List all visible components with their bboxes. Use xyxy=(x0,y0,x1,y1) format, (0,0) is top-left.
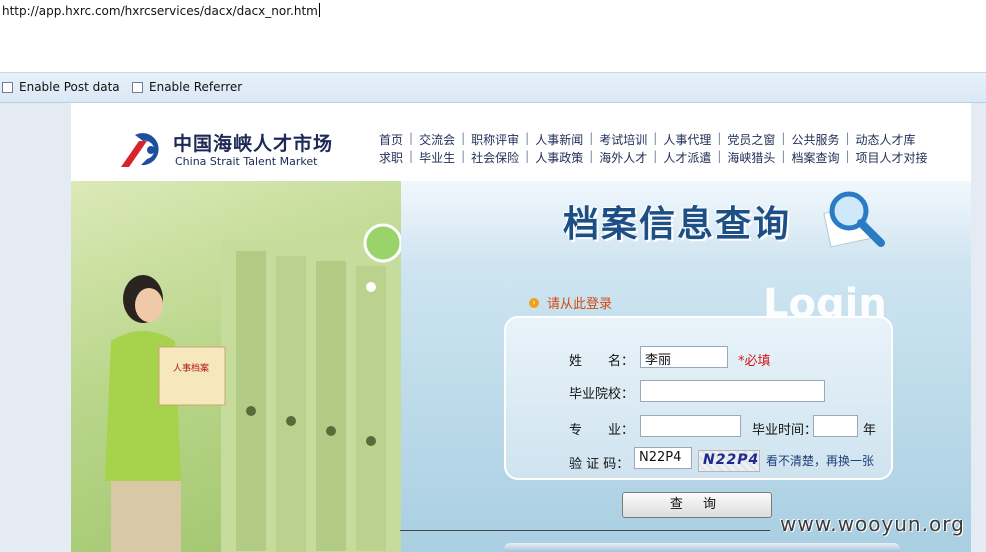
watermark: www.wooyun.org xyxy=(780,512,965,536)
enable-referrer-checkbox[interactable]: Enable Referrer xyxy=(132,80,242,94)
nav-separator: | xyxy=(525,149,530,163)
name-field[interactable]: 李丽 xyxy=(640,346,728,368)
nav-link[interactable]: 公共服务 xyxy=(791,131,839,148)
checkbox-icon[interactable] xyxy=(2,81,13,93)
nav-separator: | xyxy=(409,149,414,163)
nav-separator: | xyxy=(845,149,850,163)
banner: 人事档案 档案信息查询 Login › 请从此登录 姓 名： 李丽 *必填 毕业… xyxy=(71,181,971,552)
nav-separator: | xyxy=(781,131,786,145)
school-field[interactable] xyxy=(640,380,825,402)
captcha-field[interactable]: N22P4 xyxy=(634,447,692,469)
nav-link[interactable]: 动态人才库 xyxy=(856,131,916,148)
captcha-image[interactable]: N22P4 xyxy=(698,450,760,472)
site-logo[interactable]: 中国海峡人才市场 China Strait Talent Market xyxy=(117,127,332,171)
nav-separator: | xyxy=(717,131,722,145)
nav-link[interactable]: 档案查询 xyxy=(791,149,839,166)
year-suffix: 年 xyxy=(863,423,877,438)
logo-mark-icon xyxy=(121,133,159,167)
grad-time-field[interactable] xyxy=(813,415,858,437)
text-caret xyxy=(318,3,320,17)
checkbox-label: Enable Post data xyxy=(19,80,120,94)
web-page: 中国海峡人才市场 China Strait Talent Market 首页 | 交… xyxy=(71,103,971,552)
magnifier-icon xyxy=(823,191,885,248)
name-label: 姓 名： xyxy=(569,354,635,369)
url-value: http://app.hxrc.com/hxrcservices/dacx/da… xyxy=(2,4,318,18)
nav-separator: | xyxy=(461,149,466,163)
captcha-label: 验 证 码： xyxy=(569,457,630,472)
nav-separator: | xyxy=(461,131,466,145)
url-bar[interactable]: http://app.hxrc.com/hxrcservices/dacx/da… xyxy=(0,0,986,73)
login-prompt: › 请从此登录 xyxy=(529,293,612,312)
watermark-underline xyxy=(400,530,770,531)
nav-link[interactable]: 交流会 xyxy=(419,131,455,148)
nav-link[interactable]: 人事代理 xyxy=(663,131,711,148)
bottom-decoration xyxy=(504,543,900,552)
nav-row-primary: 首页 | 交流会 | 职称评审 | 人事新闻 | 考试培训 | 人事代理 | 党员之窗 | 公共服务 | 动态人… xyxy=(379,131,916,148)
url-text[interactable]: http://app.hxrc.com/hxrcservices/dacx/da… xyxy=(2,3,320,18)
nav-link[interactable]: 毕业生 xyxy=(419,149,455,166)
grad-time-label: 毕业时间： xyxy=(752,423,818,438)
nav-link[interactable]: 项目人才对接 xyxy=(856,149,928,166)
nav-link[interactable]: 海外人才 xyxy=(599,149,647,166)
nav-link[interactable]: 社会保险 xyxy=(471,149,519,166)
captcha-image-text: N22P4 xyxy=(703,452,760,468)
archive-room-photo: 人事档案 xyxy=(71,181,401,552)
folder-label: 人事档案 xyxy=(173,362,209,374)
nav-separator: | xyxy=(717,149,722,163)
school-label: 毕业院校： xyxy=(569,387,635,402)
required-note: *必填 xyxy=(738,354,771,369)
nav-separator: | xyxy=(653,131,658,145)
options-bar: Enable Post data Enable Referrer xyxy=(0,73,986,103)
refresh-captcha-link[interactable]: 看不清楚，再换一张 xyxy=(766,452,874,469)
nav-row-secondary: 求职 | 毕业生 | 社会保险 | 人事政策 | 海外人才 | 人才派遣 | 海峡猎头 | 档案查询 | 项目人… xyxy=(379,149,928,166)
enable-post-data-checkbox[interactable]: Enable Post data xyxy=(2,80,120,94)
nav-link[interactable]: 求职 xyxy=(379,149,403,166)
major-field[interactable] xyxy=(640,415,741,437)
logo-english-text: China Strait Talent Market xyxy=(175,155,318,168)
nav-separator: | xyxy=(781,149,786,163)
nav-separator: | xyxy=(845,131,850,145)
arrow-bullet-icon: › xyxy=(529,297,539,308)
query-button[interactable]: 查 询 xyxy=(622,492,772,518)
logo-chinese-text: 中国海峡人才市场 xyxy=(173,133,334,155)
nav-link[interactable]: 党员之窗 xyxy=(727,131,775,148)
login-form: 姓 名： 李丽 *必填 毕业院校： 专 业： 毕业时间： 年 验 证 码： N2… xyxy=(504,316,893,480)
nav-link[interactable]: 人才派遣 xyxy=(663,149,711,166)
nav-link[interactable]: 海峡猎头 xyxy=(727,149,775,166)
major-label: 专 业： xyxy=(569,423,635,438)
title-zone: 档案信息查询 xyxy=(401,181,971,263)
archive-photo-illustration: 人事档案 xyxy=(105,223,401,552)
login-prompt-text: 请从此登录 xyxy=(547,297,613,312)
checkbox-label: Enable Referrer xyxy=(149,80,243,94)
page-title: 档案信息查询 xyxy=(563,204,792,245)
nav-link[interactable]: 考试培训 xyxy=(599,131,647,148)
nav-separator: | xyxy=(525,131,530,145)
nav-link[interactable]: 人事政策 xyxy=(535,149,583,166)
nav-link[interactable]: 职称评审 xyxy=(471,131,519,148)
nav-separator: | xyxy=(589,131,594,145)
checkbox-icon[interactable] xyxy=(132,81,143,93)
nav-separator: | xyxy=(653,149,658,163)
nav-link[interactable]: 人事新闻 xyxy=(535,131,583,148)
nav-separator: | xyxy=(409,131,414,145)
nav-link[interactable]: 首页 xyxy=(379,131,403,148)
nav-separator: | xyxy=(589,149,594,163)
